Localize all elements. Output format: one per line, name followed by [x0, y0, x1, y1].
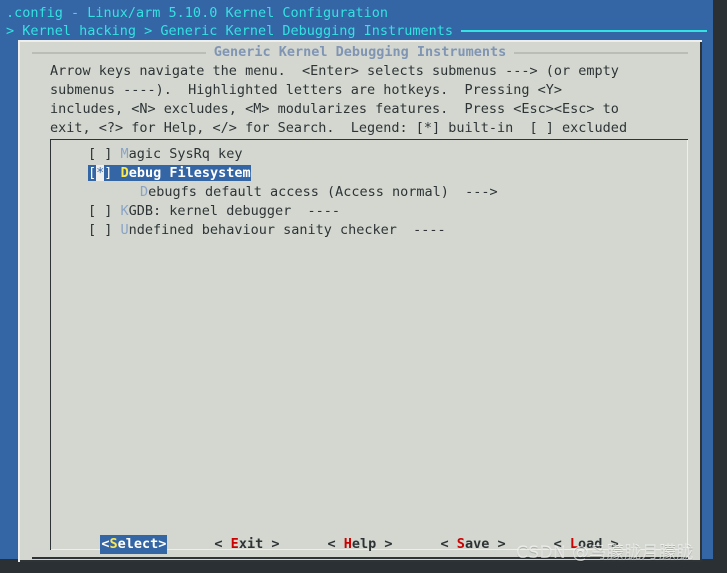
dialog-bevel-right: [700, 42, 702, 562]
exit-button[interactable]: < Exit >: [213, 535, 280, 554]
help-text: Arrow keys navigate the menu. <Enter> se…: [50, 62, 690, 138]
save-button[interactable]: < Save >: [440, 535, 507, 554]
menu-item-hotkey: M: [120, 146, 129, 162]
menu-item-label: ndefined behaviour sanity checker ----: [128, 222, 446, 238]
help-line: submenus ----). Highlighted letters are …: [50, 82, 563, 98]
menu-item[interactable]: [*] Debug Filesystem: [54, 164, 682, 183]
dialog-bevel-top: [18, 40, 702, 42]
button-label: xit: [238, 535, 264, 552]
button-hotkey: S: [109, 535, 118, 552]
button-hotkey: E: [230, 535, 239, 552]
menu-item-hotkey: K: [120, 203, 129, 219]
menu-item-label: ebug Filesystem: [128, 165, 251, 181]
button-prefix: <: [214, 535, 231, 552]
button-suffix: >: [602, 535, 619, 552]
list-bevel-right: [687, 140, 688, 550]
button-prefix: <: [327, 535, 344, 552]
list-bevel-left: [50, 139, 51, 550]
header: .config - Linux/arm 5.10.0 Kernel Config…: [0, 0, 713, 40]
button-hotkey: L: [569, 535, 578, 552]
config-dialog: Generic Kernel Debugging Instruments Arr…: [18, 40, 702, 562]
button-prefix: <: [440, 535, 457, 552]
button-label: ave: [464, 535, 490, 552]
menu-item[interactable]: Debugfs default access (Access normal) -…: [54, 183, 682, 202]
menu-item-list: [ ] Magic SysRq key [*] Debug Filesystem D…: [54, 145, 682, 240]
checkbox-icon: [ ]: [88, 146, 121, 162]
menu-item-hotkey: U: [120, 222, 129, 238]
button-suffix: >: [489, 535, 506, 552]
menu-item-selected-highlight: [*] Debug Filesystem: [88, 165, 251, 181]
dialog-bevel-bottom: [20, 560, 702, 562]
list-bevel-top: [50, 139, 688, 140]
menu-item-gap: [112, 165, 120, 181]
title-rule-right: [514, 51, 689, 54]
button-prefix: <: [553, 535, 570, 552]
menu-item[interactable]: [ ] Undefined behaviour sanity checker -…: [54, 221, 682, 240]
button-suffix: >: [263, 535, 280, 552]
terminal-window: .config - Linux/arm 5.10.0 Kernel Config…: [0, 0, 727, 573]
help-line: exit, <?> for Help, </> for Search. Lege…: [50, 120, 628, 136]
checkbox-icon: [ ]: [88, 203, 121, 219]
help-button[interactable]: < Help >: [326, 535, 393, 554]
button-label: oad: [578, 535, 603, 552]
menu-item-label: GDB: kernel debugger ----: [128, 203, 340, 219]
button-separator: [32, 557, 688, 559]
select-button[interactable]: <Select>: [100, 534, 168, 554]
dialog-title-row: Generic Kernel Debugging Instruments: [32, 44, 689, 61]
menu-item-hotkey: D: [140, 184, 149, 200]
menu-item-label: agic SysRq key: [128, 146, 243, 162]
menu-item[interactable]: [ ] Magic SysRq key: [54, 145, 682, 164]
button-label: elect>: [117, 535, 167, 552]
menu-item-hotkey: D: [120, 165, 129, 181]
breadcrumb-path: > Kernel hacking > Generic Kernel Debugg…: [6, 22, 454, 39]
button-bar: <Select> < Exit > < Help > < Save > < Load >: [18, 532, 702, 556]
menu-item[interactable]: [ ] KGDB: kernel debugger ----: [54, 202, 682, 221]
menu-item-label: ebugfs default access (Access normal) --…: [148, 184, 498, 200]
checkbox-icon: [ ]: [88, 222, 121, 238]
button-hotkey: S: [456, 535, 465, 552]
load-button[interactable]: < Load >: [553, 535, 620, 554]
help-line: Arrow keys navigate the menu. <Enter> se…: [50, 63, 619, 79]
checkbox-bracket-left: [: [88, 165, 97, 181]
title-rule-left: [32, 51, 206, 54]
page-title: .config - Linux/arm 5.10.0 Kernel Config…: [6, 5, 389, 21]
help-line: includes, <N> excludes, <M> modularizes …: [50, 101, 619, 117]
dialog-title: Generic Kernel Debugging Instruments: [213, 44, 507, 61]
breadcrumb-rule: [461, 30, 707, 32]
button-hotkey: H: [343, 535, 352, 552]
button-suffix: >: [376, 535, 393, 552]
button-label: elp: [351, 535, 377, 552]
breadcrumb: > Kernel hacking > Generic Kernel Debugg…: [0, 22, 713, 40]
dialog-bevel-left: [18, 40, 20, 562]
menu-list-box: [ ] Magic SysRq key [*] Debug Filesystem D…: [50, 139, 688, 550]
